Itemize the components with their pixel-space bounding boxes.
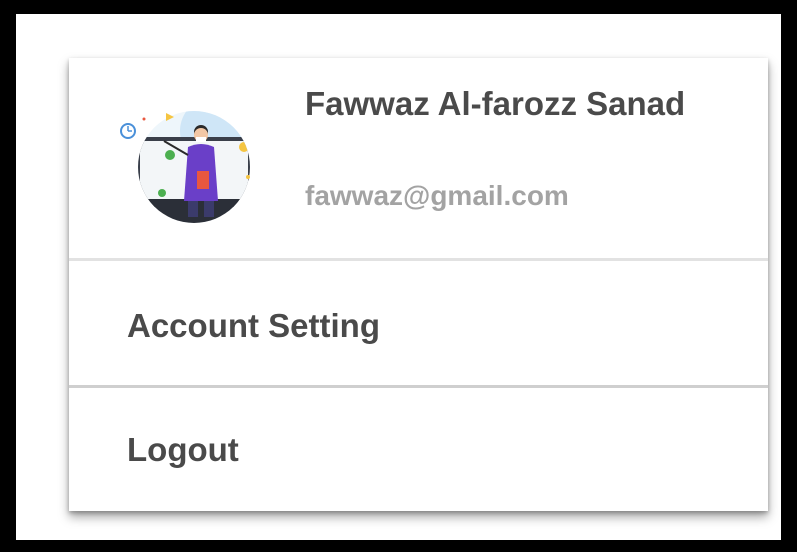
menu-item-label: Account Setting	[127, 307, 380, 344]
menu-item-logout[interactable]: Logout	[69, 388, 768, 511]
screenshot-frame: Fawwaz Al-farozz Sanad fawwaz@gmail.com …	[16, 14, 781, 540]
avatar	[120, 111, 250, 223]
menu-item-label: Logout	[127, 431, 239, 468]
menu-item-account-setting[interactable]: Account Setting	[69, 261, 768, 385]
profile-dropdown-menu: Fawwaz Al-farozz Sanad fawwaz@gmail.com …	[69, 58, 768, 511]
user-name: Fawwaz Al-farozz Sanad	[305, 85, 686, 122]
user-email: fawwaz@gmail.com	[305, 180, 569, 211]
profile-header: Fawwaz Al-farozz Sanad fawwaz@gmail.com	[69, 58, 768, 258]
